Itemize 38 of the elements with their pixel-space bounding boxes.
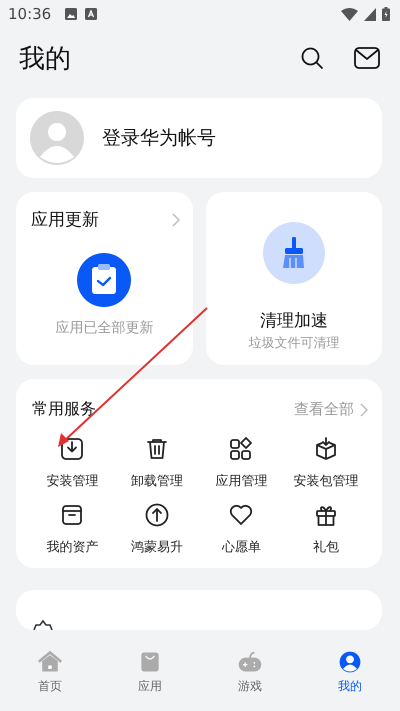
section-title: 常用服务 bbox=[32, 399, 96, 420]
service-item[interactable]: 礼包 bbox=[284, 502, 368, 556]
nav-tab[interactable]: 首页 bbox=[0, 649, 100, 711]
card-title: 清理加速 bbox=[260, 310, 328, 332]
broom-icon bbox=[262, 222, 325, 284]
card-title: 应用更新 bbox=[31, 209, 99, 231]
heart-icon bbox=[228, 502, 254, 528]
clean-card[interactable]: 清理加速 垃圾文件可清理 bbox=[206, 192, 382, 365]
chevron-icon bbox=[172, 212, 180, 226]
search-icon[interactable] bbox=[300, 46, 324, 70]
login-label: 登录华为帐号 bbox=[102, 126, 216, 151]
image-icon bbox=[65, 8, 78, 20]
service-item[interactable]: 应用管理 bbox=[199, 436, 284, 490]
clock: 10:36 bbox=[8, 5, 52, 23]
nav-tab[interactable]: 应用 bbox=[100, 649, 200, 711]
card-subtitle: 垃圾文件可清理 bbox=[248, 335, 340, 352]
grid-icon bbox=[228, 436, 254, 462]
signal-icon bbox=[364, 8, 376, 20]
service-item[interactable]: 鸿蒙易升 bbox=[114, 502, 199, 556]
upload-circle-icon bbox=[144, 502, 170, 528]
service-item[interactable]: 安装管理 bbox=[30, 436, 114, 490]
nav-tab[interactable]: 我的 bbox=[300, 649, 400, 711]
battery-icon bbox=[382, 7, 390, 21]
account-card[interactable]: 登录华为帐号 bbox=[16, 98, 382, 178]
service-item[interactable]: 卸载管理 bbox=[114, 436, 199, 490]
nav-tab[interactable]: 游戏 bbox=[200, 649, 300, 711]
avatar-icon bbox=[30, 111, 84, 165]
update-card[interactable]: 应用更新 应用已全部更新 bbox=[16, 192, 192, 365]
card-subtitle: 应用已全部更新 bbox=[55, 319, 154, 337]
page-title: 我的 bbox=[19, 42, 71, 76]
service-item[interactable]: 安装包管理 bbox=[284, 436, 368, 490]
download-box-icon bbox=[59, 436, 86, 462]
person-icon bbox=[337, 649, 363, 675]
wifi-icon bbox=[341, 8, 358, 20]
mail-icon[interactable] bbox=[354, 47, 380, 69]
service-item[interactable]: 我的资产 bbox=[30, 502, 114, 556]
clipboard-check-icon bbox=[77, 253, 132, 307]
service-item[interactable]: 心愿单 bbox=[199, 502, 284, 556]
